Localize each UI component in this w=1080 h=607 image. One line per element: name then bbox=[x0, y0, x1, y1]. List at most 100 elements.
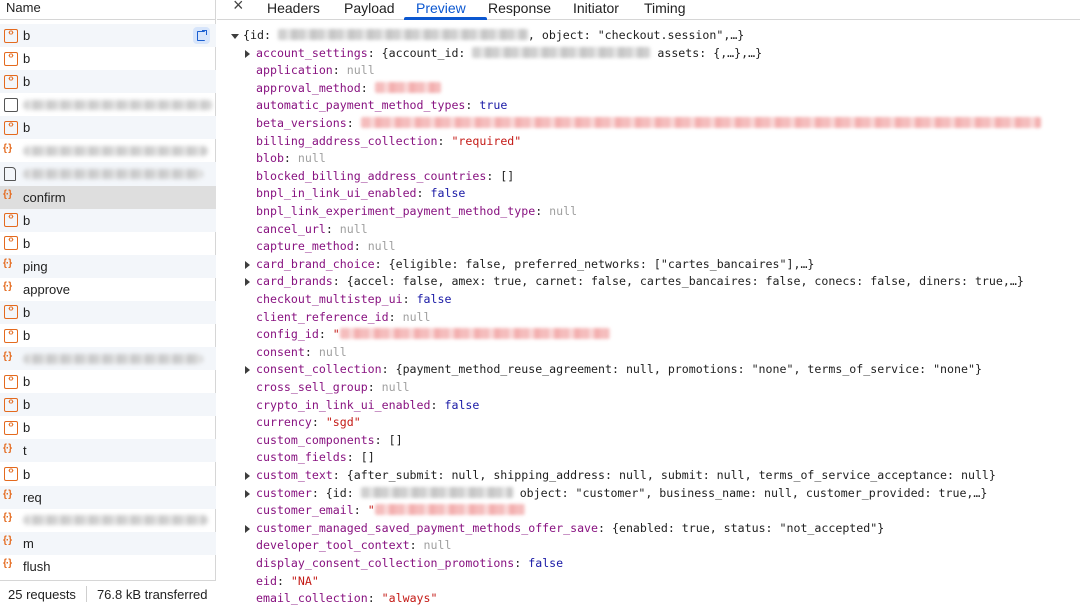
request-row[interactable]: b bbox=[0, 462, 216, 485]
request-row[interactable]: b bbox=[0, 300, 216, 325]
expand-triangle-icon[interactable] bbox=[245, 49, 250, 58]
expand-triangle-icon[interactable] bbox=[245, 472, 250, 480]
request-row[interactable]: confirm bbox=[0, 185, 216, 209]
json-key: consent bbox=[256, 344, 305, 359]
json-line: bnpl_in_link_ui_enabled: false bbox=[256, 185, 465, 203]
json-key: config_id bbox=[256, 327, 319, 342]
request-row[interactable]: b bbox=[0, 116, 216, 140]
fetch-icon bbox=[4, 303, 18, 320]
json-key: email_collection bbox=[256, 591, 368, 606]
checkbox-icon bbox=[4, 97, 18, 112]
json-value: : bbox=[409, 538, 424, 553]
json-line: eid: "NA" bbox=[256, 573, 319, 591]
json-value: null bbox=[339, 221, 368, 236]
json-key: application bbox=[256, 63, 333, 78]
request-name: flush bbox=[23, 558, 51, 574]
json-value: : bbox=[318, 327, 333, 342]
request-list-panel: Name bbbbconfirmbbpingapprovebbbbbtbreqm… bbox=[0, 0, 216, 607]
json-value: " bbox=[332, 327, 340, 342]
json-icon bbox=[3, 535, 18, 550]
request-row[interactable]: t bbox=[0, 439, 216, 463]
json-key: checkout_multistep_ui bbox=[256, 292, 403, 306]
json-icon bbox=[3, 351, 18, 366]
json-line: customer_managed_saved_payment_methods_o… bbox=[245, 520, 884, 538]
request-row[interactable]: req bbox=[0, 485, 216, 509]
request-row[interactable] bbox=[0, 347, 216, 371]
request-row[interactable]: ping bbox=[0, 254, 216, 278]
tab-initiator[interactable]: Initiator bbox=[573, 0, 619, 20]
json-icon bbox=[3, 258, 18, 273]
json-value: object: "customer", business_name: null,… bbox=[512, 485, 988, 500]
request-row[interactable] bbox=[0, 509, 216, 532]
request-name: b bbox=[23, 51, 31, 67]
json-value: : bbox=[388, 309, 403, 324]
tab-payload[interactable]: Payload bbox=[344, 0, 395, 20]
tab-response[interactable]: Response bbox=[488, 0, 551, 20]
json-value: true bbox=[479, 98, 508, 113]
json-value: : bbox=[437, 133, 452, 148]
json-value: : bbox=[360, 80, 375, 95]
tab-headers[interactable]: Headers bbox=[267, 0, 320, 20]
fetch-icon bbox=[4, 465, 18, 482]
request-row[interactable] bbox=[0, 139, 216, 162]
json-icon bbox=[3, 558, 18, 573]
json-key: custom_text bbox=[256, 468, 333, 482]
redacted-value bbox=[374, 504, 525, 516]
request-row[interactable]: b bbox=[0, 24, 216, 48]
json-value: null bbox=[549, 204, 578, 218]
request-row[interactable]: b bbox=[0, 324, 216, 347]
request-list: bbbbconfirmbbpingapprovebbbbbtbreqmflush bbox=[0, 24, 216, 578]
expand-triangle-icon[interactable] bbox=[245, 524, 250, 533]
fetch-icon bbox=[4, 50, 18, 66]
json-icon bbox=[3, 489, 18, 504]
json-icon bbox=[3, 443, 18, 458]
json-value: : bbox=[465, 98, 480, 113]
json-key: consent_collection bbox=[256, 362, 382, 377]
json-key: cross_sell_group bbox=[256, 380, 368, 394]
active-tab-indicator bbox=[404, 17, 487, 20]
tab-timing[interactable]: Timing bbox=[644, 0, 686, 20]
collapse-triangle-icon[interactable] bbox=[231, 34, 239, 39]
json-line: beta_versions: bbox=[256, 115, 1041, 133]
json-value: "NA" bbox=[290, 573, 319, 588]
request-row[interactable]: b bbox=[0, 70, 216, 94]
json-value: null bbox=[318, 344, 347, 359]
open-in-new-tab-icon[interactable] bbox=[193, 27, 210, 44]
request-row[interactable]: approve bbox=[0, 278, 216, 301]
json-line: custom_fields: [] bbox=[256, 449, 375, 467]
request-row[interactable]: b bbox=[0, 416, 216, 439]
request-name: b bbox=[23, 28, 31, 44]
request-row[interactable]: m bbox=[0, 531, 216, 555]
expand-triangle-icon[interactable] bbox=[245, 489, 250, 498]
status-bar: 25 requests 76.8 kB transferred bbox=[0, 580, 216, 607]
request-name: b bbox=[23, 328, 31, 344]
request-row[interactable]: b bbox=[0, 393, 216, 417]
request-row[interactable]: b bbox=[0, 370, 216, 393]
expand-triangle-icon[interactable] bbox=[245, 260, 250, 269]
request-row[interactable] bbox=[0, 162, 216, 186]
fetch-icon bbox=[4, 419, 18, 435]
redacted-request-name bbox=[23, 145, 208, 156]
json-value: {id: bbox=[243, 28, 278, 42]
request-row[interactable]: b bbox=[0, 47, 216, 70]
json-line: config_id: " bbox=[256, 326, 610, 344]
request-row[interactable]: flush bbox=[0, 555, 216, 578]
close-icon[interactable]: × bbox=[233, 0, 247, 14]
expand-triangle-icon[interactable] bbox=[245, 278, 250, 287]
request-row[interactable]: b bbox=[0, 232, 216, 255]
json-key: bnpl_link_experiment_payment_method_type bbox=[256, 204, 536, 218]
json-icon bbox=[3, 189, 18, 204]
fetch-icon bbox=[4, 211, 18, 228]
json-value: false bbox=[444, 397, 480, 412]
json-value: assets: {,…},…} bbox=[650, 45, 763, 60]
json-value: : bbox=[353, 239, 368, 254]
name-column-header[interactable]: Name bbox=[0, 0, 216, 20]
json-key: customer bbox=[256, 485, 312, 500]
json-line: account_settings: {account_id: assets: {… bbox=[245, 45, 763, 63]
expand-triangle-icon[interactable] bbox=[245, 366, 250, 375]
json-line: custom_text: {after_submit: null, shippi… bbox=[245, 467, 996, 485]
request-name: b bbox=[23, 374, 31, 390]
json-key: developer_tool_context bbox=[256, 538, 410, 553]
request-row[interactable] bbox=[0, 93, 216, 116]
request-row[interactable]: b bbox=[0, 208, 216, 232]
